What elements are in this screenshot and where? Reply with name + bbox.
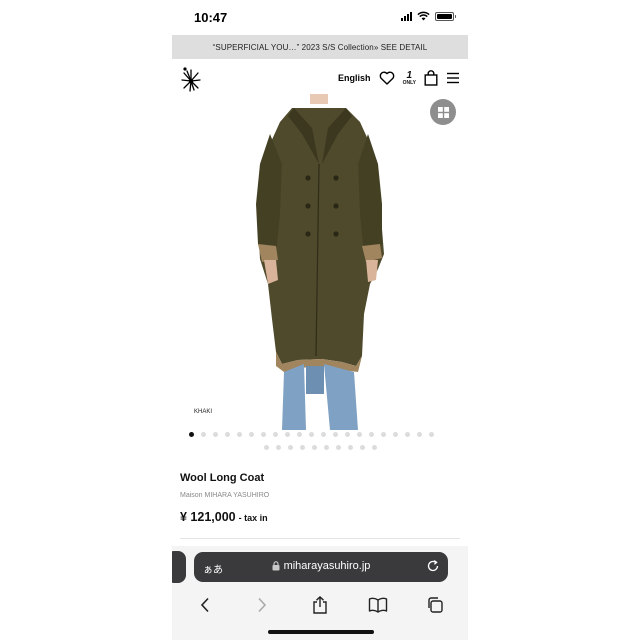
pagination-dot[interactable] xyxy=(345,432,350,437)
wifi-icon xyxy=(417,11,430,21)
header-actions: English 1 ONLY xyxy=(338,68,460,88)
forward-button[interactable] xyxy=(249,594,275,616)
pagination-dot[interactable] xyxy=(225,432,230,437)
only-badge-text: ONLY xyxy=(402,79,416,86)
product-image[interactable] xyxy=(172,94,468,430)
only-badge-number: 1 xyxy=(406,69,413,81)
product-name: Wool Long Coat xyxy=(180,472,265,484)
pagination-dot[interactable] xyxy=(287,445,293,450)
status-time: 10:47 xyxy=(194,10,228,25)
pagination-dot[interactable] xyxy=(189,432,194,437)
announcement-banner[interactable]: “SUPERFICIAL YOU…” 2023 S/S Collection» … xyxy=(172,35,468,59)
url-text: miharayasuhiro.jp xyxy=(283,560,371,572)
browser-chrome: ぁあ miharayasuhiro.jp xyxy=(172,546,468,640)
pagination-dot[interactable] xyxy=(249,432,254,437)
tabs-icon xyxy=(428,597,443,613)
announcement-text: “SUPERFICIAL YOU…” 2023 S/S Collection» … xyxy=(212,42,428,52)
site-header: English 1 ONLY xyxy=(172,62,468,94)
pagination-dot[interactable] xyxy=(333,432,338,437)
bookmarks-button[interactable] xyxy=(365,594,391,616)
previous-tab-peek[interactable] xyxy=(172,551,186,583)
pagination-dot[interactable] xyxy=(321,432,326,437)
pagination-dot[interactable] xyxy=(275,445,281,450)
browser-toolbar xyxy=(172,592,468,618)
bookmarks-icon xyxy=(368,597,387,613)
share-button[interactable] xyxy=(307,594,333,616)
pagination-dot[interactable] xyxy=(359,445,365,450)
lock-icon xyxy=(272,561,280,571)
pagination-dot[interactable] xyxy=(309,432,314,437)
divider xyxy=(180,538,460,539)
address-bar[interactable]: ぁあ miharayasuhiro.jp xyxy=(194,552,448,582)
only-badge-icon[interactable]: 1 ONLY xyxy=(402,69,416,86)
pagination-dot[interactable] xyxy=(381,432,386,437)
price-tax-note: - tax in xyxy=(238,513,268,523)
reload-icon[interactable] xyxy=(426,559,440,573)
price-value: ¥ 121,000 xyxy=(180,510,236,524)
back-button[interactable] xyxy=(192,594,218,616)
pagination-dot[interactable] xyxy=(417,432,422,437)
pagination-dot[interactable] xyxy=(429,432,434,437)
status-bar: 10:47 xyxy=(172,0,468,34)
pagination-dot[interactable] xyxy=(311,445,317,450)
menu-icon[interactable] xyxy=(446,72,460,84)
battery-icon xyxy=(435,11,456,21)
product-brand: Maison MIHARA YASUHIRO xyxy=(180,492,270,499)
pagination-row xyxy=(172,432,468,437)
forward-icon xyxy=(258,597,267,613)
share-icon xyxy=(313,596,327,614)
pagination-dot[interactable] xyxy=(323,445,329,450)
grid-icon xyxy=(437,106,449,118)
pagination-dot[interactable] xyxy=(285,432,290,437)
pagination-dot[interactable] xyxy=(213,432,218,437)
pagination-dot[interactable] xyxy=(393,432,398,437)
url-display[interactable]: miharayasuhiro.jp xyxy=(194,560,448,572)
grid-view-button[interactable] xyxy=(430,99,456,125)
bag-icon[interactable] xyxy=(424,70,438,86)
pagination-dot[interactable] xyxy=(261,432,266,437)
pagination-dot[interactable] xyxy=(369,432,374,437)
signal-icon xyxy=(401,11,412,21)
heart-icon[interactable] xyxy=(379,71,395,85)
pagination-dot[interactable] xyxy=(297,432,302,437)
pagination-dot[interactable] xyxy=(371,445,377,450)
pagination-row xyxy=(172,445,468,450)
pagination-dot[interactable] xyxy=(237,432,242,437)
pagination-dot[interactable] xyxy=(299,445,305,450)
back-icon xyxy=(200,597,209,613)
product-price: ¥ 121,000 - tax in xyxy=(180,510,268,524)
home-indicator xyxy=(268,630,374,634)
pagination-dot[interactable] xyxy=(263,445,269,450)
pagination-dot[interactable] xyxy=(273,432,278,437)
pagination-dot[interactable] xyxy=(201,432,206,437)
logo-icon[interactable] xyxy=(180,66,202,92)
tabs-button[interactable] xyxy=(422,594,448,616)
status-icons xyxy=(401,11,456,21)
phone-screen: 10:47 “SUPERFICIAL YOU…” 2023 S/S Collec… xyxy=(172,0,468,640)
color-caption: KHAKI xyxy=(194,409,213,415)
pagination-dot[interactable] xyxy=(357,432,362,437)
language-switch[interactable]: English xyxy=(338,73,371,83)
pagination-dot[interactable] xyxy=(347,445,353,450)
gallery-pagination xyxy=(172,432,468,458)
pagination-dot[interactable] xyxy=(405,432,410,437)
pagination-dot[interactable] xyxy=(335,445,341,450)
